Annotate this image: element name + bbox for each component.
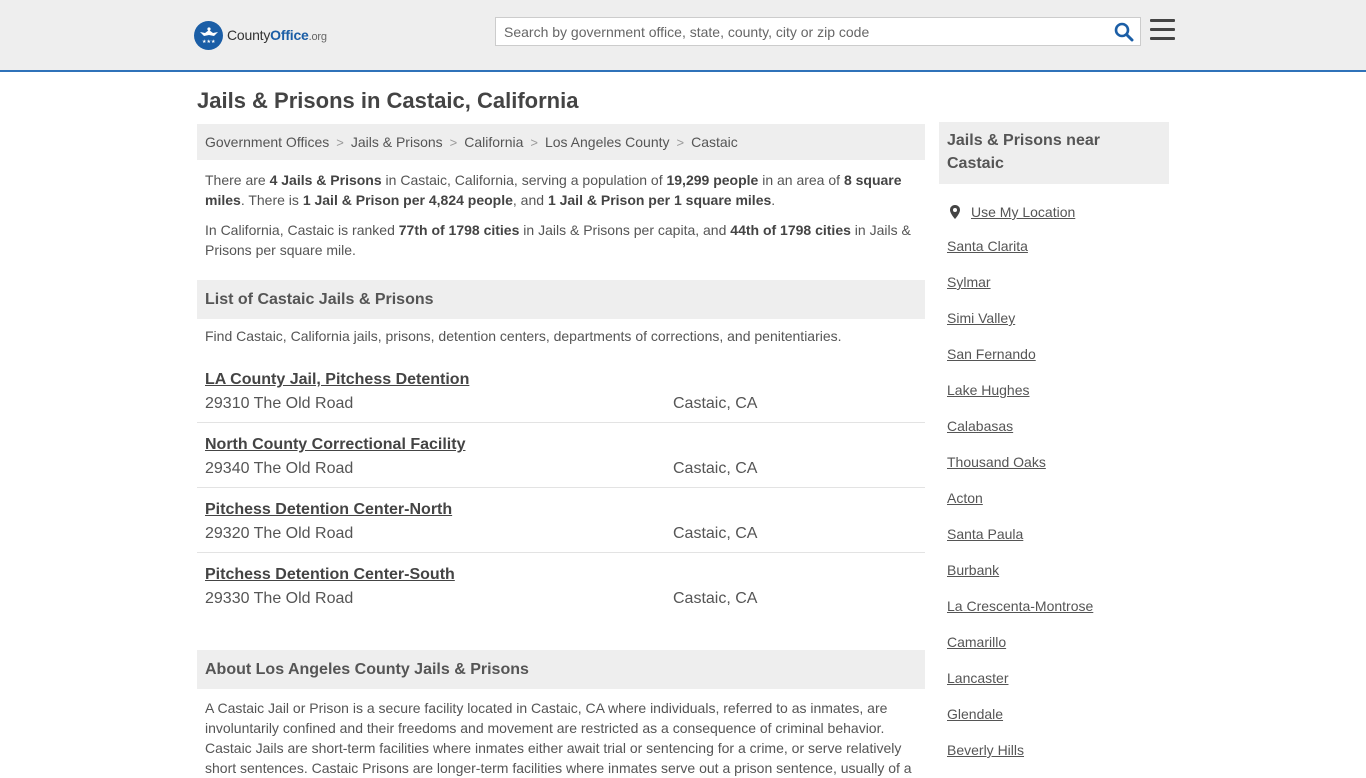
intro-text: . (771, 192, 776, 208)
facility-city: Castaic, CA (673, 525, 758, 542)
search-box (495, 17, 1141, 46)
nearby-city-link[interactable]: Glendale (947, 706, 1003, 722)
list-item: Simi Valley (939, 310, 1169, 346)
breadcrumb-government-offices[interactable]: Government Offices (205, 134, 329, 150)
nearby-city-link[interactable]: Thousand Oaks (947, 454, 1046, 470)
intro-count: 4 Jails & Prisons (269, 172, 382, 188)
eagle-seal-icon: ★★★ (194, 20, 223, 50)
breadcrumb: Government Offices > Jails & Prisons > C… (197, 124, 925, 160)
about-text: A Castaic Jail or Prison is a secure fac… (205, 700, 912, 776)
intro-text: , and (512, 192, 548, 208)
list-item: Glendale (939, 706, 1169, 742)
facility-city: Castaic, CA (673, 460, 758, 477)
facility-address: 29340 The Old Road (205, 460, 354, 477)
intro-text: in an area of (758, 172, 844, 188)
breadcrumb-castaic[interactable]: Castaic (691, 134, 738, 150)
breadcrumb-separator: > (530, 134, 538, 150)
nearby-city-link[interactable]: Santa Paula (947, 526, 1023, 542)
nearby-city-link[interactable]: Sylmar (947, 274, 991, 290)
list-description: Find Castaic, California jails, prisons,… (205, 328, 842, 344)
rank-per-capita: 77th of 1798 cities (398, 222, 520, 238)
list-item: Santa Clarita (939, 238, 1169, 274)
list-item: Santa Paula (939, 526, 1169, 562)
breadcrumb-jails-prisons[interactable]: Jails & Prisons (351, 134, 443, 150)
map-pin-icon (947, 204, 963, 220)
intro-per-area: 1 Jail & Prison per 1 square miles (547, 192, 772, 208)
sidebar: Jails & Prisons near Castaic Use My Loca… (939, 122, 1169, 778)
intro-population: 19,299 people (666, 172, 759, 188)
facility-item: Pitchess Detention Center-South 29330 Th… (197, 553, 925, 618)
intro-text: in Castaic, California, serving a popula… (381, 172, 667, 188)
about-section-heading: About Los Angeles County Jails & Prisons (197, 650, 925, 689)
use-my-location: Use My Location (939, 202, 1169, 222)
use-my-location-link[interactable]: Use My Location (971, 204, 1075, 220)
intro-text: . There is (240, 192, 303, 208)
search-input[interactable] (496, 18, 1096, 45)
intro-per-people: 1 Jail & Prison per 4,824 people (302, 192, 513, 208)
breadcrumb-separator: > (336, 134, 344, 150)
nearby-city-link[interactable]: Acton (947, 490, 983, 506)
facility-address: 29320 The Old Road (205, 525, 354, 542)
list-item: Sylmar (939, 274, 1169, 310)
nearby-city-link[interactable]: Camarillo (947, 634, 1006, 650)
sidebar-heading: Jails & Prisons near Castaic (939, 122, 1169, 184)
list-item: Thousand Oaks (939, 454, 1169, 490)
intro-text: There are (205, 172, 270, 188)
nearby-city-link[interactable]: Simi Valley (947, 310, 1015, 326)
nearby-city-link[interactable]: Lake Hughes (947, 382, 1030, 398)
svg-text:★★★: ★★★ (202, 39, 216, 45)
facility-city: Castaic, CA (673, 590, 758, 607)
intro-text: in Jails & Prisons per capita, and (519, 222, 731, 238)
facility-name-link[interactable]: Pitchess Detention Center-North (205, 501, 452, 519)
page-title: Jails & Prisons in Castaic, California (197, 88, 579, 113)
facility-list: LA County Jail, Pitchess Detention 29310… (197, 358, 925, 618)
rank-per-square-mile: 44th of 1798 cities (730, 222, 851, 238)
list-item: Burbank (939, 562, 1169, 598)
nearby-city-link[interactable]: San Fernando (947, 346, 1036, 362)
nearby-city-link[interactable]: Lancaster (947, 670, 1008, 686)
facility-item: North County Correctional Facility 29340… (197, 423, 925, 488)
list-item: Lake Hughes (939, 382, 1169, 418)
intro-paragraph-stats: There are 4 Jails & Prisons in Castaic, … (197, 170, 925, 210)
facility-address: 29330 The Old Road (205, 590, 354, 607)
facility-address: 29310 The Old Road (205, 395, 354, 412)
intro-text: In California, Castaic is ranked (205, 222, 399, 238)
breadcrumb-california[interactable]: California (464, 134, 523, 150)
list-item: Camarillo (939, 634, 1169, 670)
search-icon[interactable] (1114, 22, 1134, 42)
facility-name-link[interactable]: North County Correctional Facility (205, 436, 465, 454)
logo-wordmark: CountyOffice.org (227, 27, 327, 43)
main-content: Government Offices > Jails & Prisons > C… (197, 124, 925, 778)
breadcrumb-separator: > (676, 134, 685, 150)
facility-city: Castaic, CA (673, 395, 758, 412)
site-header: ★★★ CountyOffice.org (0, 0, 1366, 72)
breadcrumb-separator: > (449, 134, 458, 150)
list-section-heading: List of Castaic Jails & Prisons (197, 280, 925, 319)
list-item: Lancaster (939, 670, 1169, 706)
list-item: La Crescenta-Montrose (939, 598, 1169, 634)
hamburger-menu-icon[interactable] (1150, 19, 1175, 41)
list-item: San Fernando (939, 346, 1169, 382)
facility-item: Pitchess Detention Center-North 29320 Th… (197, 488, 925, 553)
facility-name-link[interactable]: Pitchess Detention Center-South (205, 566, 455, 584)
nearby-city-link[interactable]: Calabasas (947, 418, 1013, 434)
facility-item: LA County Jail, Pitchess Detention 29310… (197, 358, 925, 423)
nearby-cities-list: Santa Clarita Sylmar Simi Valley San Fer… (939, 238, 1169, 778)
list-item: Beverly Hills (939, 742, 1169, 778)
intro-paragraph-ranking: In California, Castaic is ranked 77th of… (197, 220, 925, 260)
list-item: Calabasas (939, 418, 1169, 454)
nearby-city-link[interactable]: La Crescenta-Montrose (947, 598, 1093, 614)
nearby-city-link[interactable]: Beverly Hills (947, 742, 1024, 758)
list-item: Acton (939, 490, 1169, 526)
site-logo[interactable]: ★★★ CountyOffice.org (194, 20, 327, 50)
breadcrumb-los-angeles-county[interactable]: Los Angeles County (545, 134, 670, 150)
nearby-city-link[interactable]: Santa Clarita (947, 238, 1028, 254)
facility-name-link[interactable]: LA County Jail, Pitchess Detention (205, 371, 469, 389)
nearby-city-link[interactable]: Burbank (947, 562, 999, 578)
